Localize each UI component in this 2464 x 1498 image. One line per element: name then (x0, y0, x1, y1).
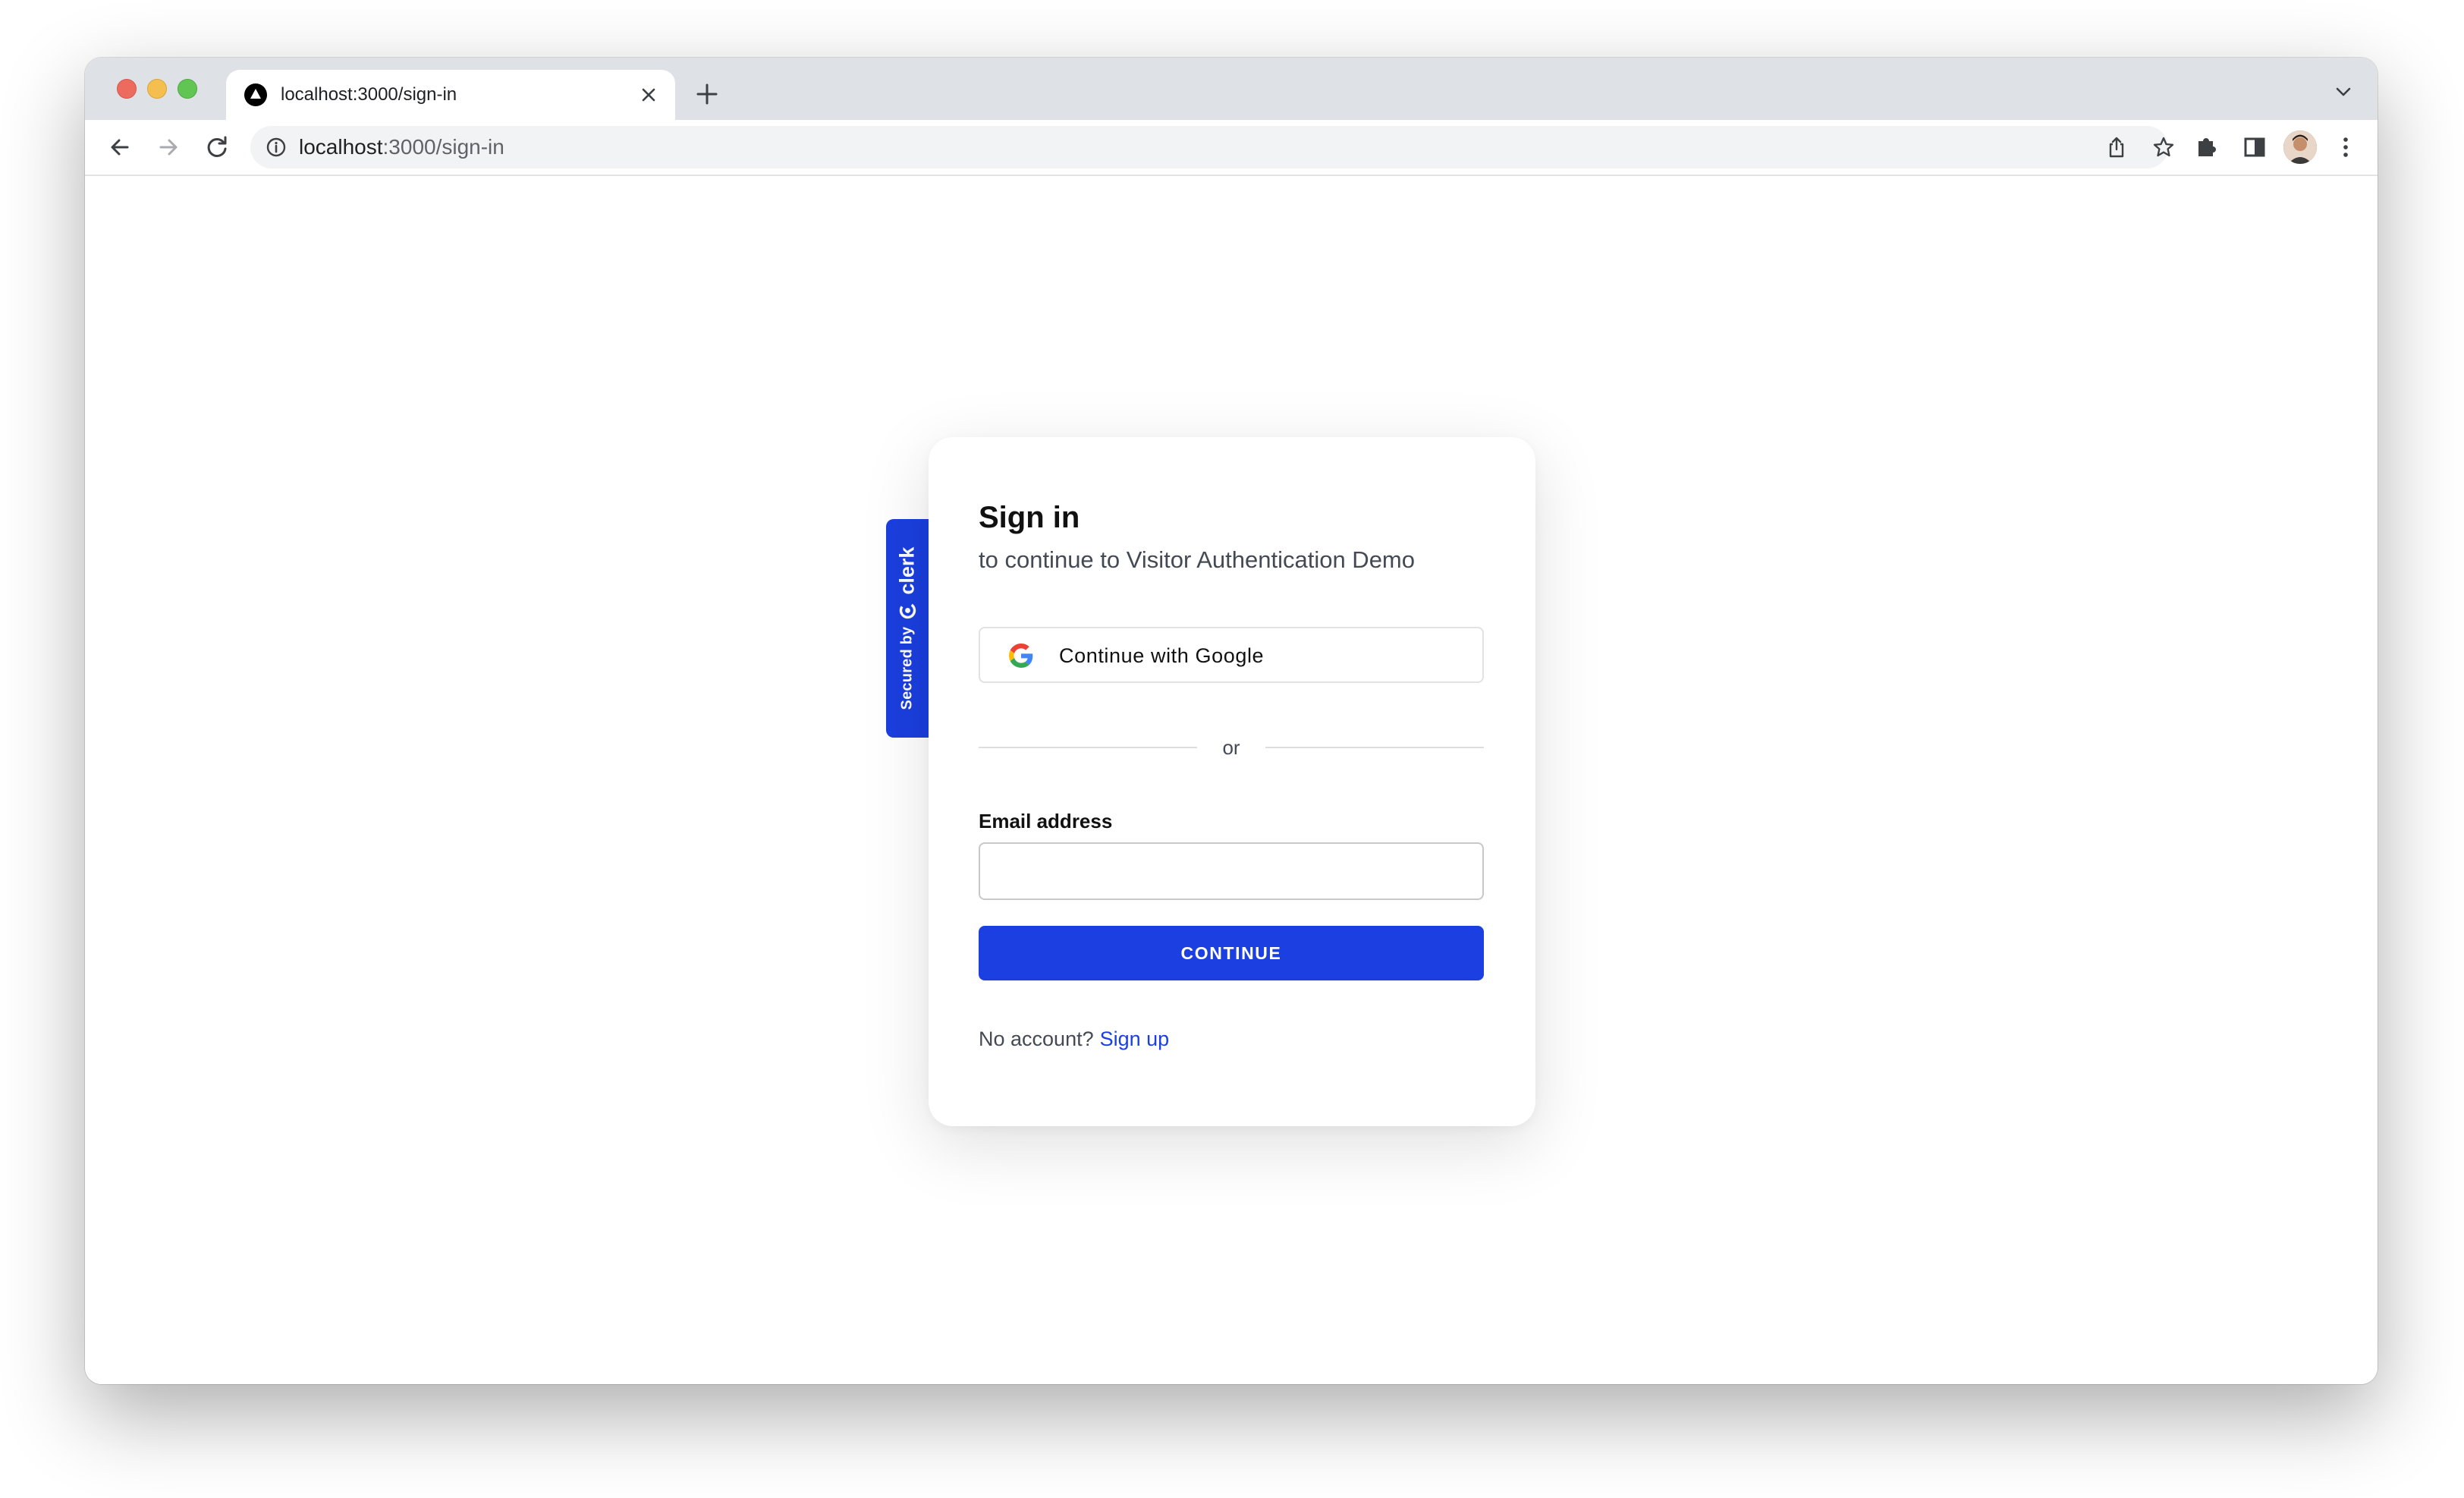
tab-strip: localhost:3000/sign-in (85, 58, 2378, 120)
url-host: localhost (299, 135, 383, 159)
google-button-label: Continue with Google (1059, 644, 1265, 667)
sign-up-prompt: No account? Sign up (979, 1026, 1169, 1052)
sign-in-subtitle: to continue to Visitor Authentication De… (979, 546, 1415, 573)
window-maximize-button[interactable] (178, 79, 197, 99)
reload-icon[interactable] (200, 131, 234, 164)
avatar[interactable] (2283, 131, 2317, 164)
no-account-text: No account? (979, 1028, 1094, 1050)
divider-line-right (1265, 747, 1484, 748)
star-icon[interactable] (2151, 135, 2176, 159)
address-url: localhost:3000/sign-in (299, 135, 504, 159)
info-icon[interactable] (266, 137, 287, 158)
badge-content: Secured by clerk (896, 547, 919, 710)
sign-in-card: Sign in to continue to Visitor Authentic… (929, 437, 1535, 1126)
continue-button[interactable]: CONTINUE (979, 926, 1484, 980)
secured-by-clerk-badge[interactable]: Secured by clerk (886, 519, 929, 738)
kebab-menu-icon[interactable] (2329, 131, 2362, 164)
browser-tab[interactable]: localhost:3000/sign-in (226, 70, 675, 120)
share-icon[interactable] (2104, 135, 2129, 159)
puzzle-icon[interactable] (2189, 131, 2223, 164)
browser-window: localhost:3000/sign-in localhost:3000/si (85, 58, 2378, 1384)
badge-brand-text: clerk (895, 546, 919, 595)
plus-icon[interactable] (690, 77, 724, 111)
email-label: Email address (979, 810, 1113, 832)
google-icon (1009, 644, 1033, 668)
sign-in-title: Sign in (979, 501, 1080, 534)
back-arrow-icon[interactable] (103, 131, 137, 164)
badge-secured-by-text: Secured by (898, 626, 916, 710)
page-content: Secured by clerk Sign in to continue to … (85, 176, 2378, 1384)
browser-toolbar: localhost:3000/sign-in (85, 120, 2378, 176)
divider-or-text: or (1222, 736, 1240, 759)
window-close-button[interactable] (117, 79, 137, 99)
forward-arrow-icon[interactable] (152, 131, 185, 164)
side-panel-icon[interactable] (2238, 131, 2271, 164)
continue-with-google-button[interactable]: Continue with Google (979, 627, 1484, 683)
chevron-down-icon[interactable] (2332, 80, 2355, 103)
divider-line-left (979, 747, 1197, 748)
clerk-logo-icon (899, 602, 916, 619)
sign-up-link[interactable]: Sign up (1100, 1028, 1170, 1050)
window-minimize-button[interactable] (147, 79, 167, 99)
tab-title: localhost:3000/sign-in (281, 84, 457, 105)
vercel-triangle-icon (244, 83, 267, 106)
close-icon[interactable] (636, 82, 662, 108)
email-field[interactable] (979, 842, 1484, 900)
url-path: :3000/sign-in (382, 135, 504, 159)
address-bar[interactable]: localhost:3000/sign-in (250, 126, 2174, 168)
